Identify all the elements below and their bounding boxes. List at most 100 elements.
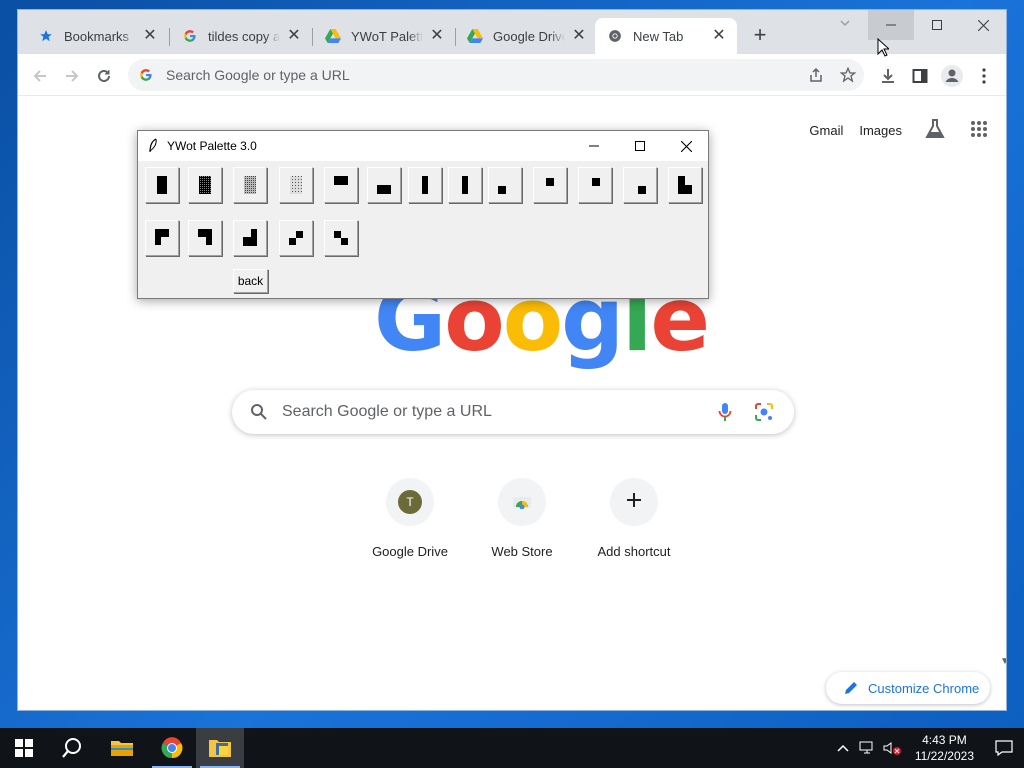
browser-toolbar: Search Google or type a URL <box>18 54 1006 96</box>
microphone-icon[interactable] <box>718 402 732 422</box>
glyph-button-lower-right-quad[interactable] <box>623 167 657 203</box>
forward-arrow-icon[interactable] <box>58 62 86 90</box>
shortcut-google-drive[interactable]: T Google Drive <box>354 466 466 559</box>
glyph-button-diagonal-up[interactable] <box>279 220 313 256</box>
download-icon[interactable] <box>874 62 902 90</box>
chrome-icon <box>607 28 623 44</box>
tab-close-icon[interactable]: ✕ <box>429 28 445 44</box>
shortcut-web-store[interactable]: Web Store <box>466 466 578 559</box>
back-arrow-icon[interactable] <box>26 62 54 90</box>
left-bar-glyph-icon <box>422 176 428 194</box>
glyph-button-left-bar[interactable] <box>408 167 442 203</box>
glyph-button-medium-shade[interactable] <box>233 167 267 203</box>
side-panel-icon[interactable] <box>906 62 934 90</box>
ntp-search-box[interactable]: Search Google or type a URL <box>232 390 794 434</box>
system-tray: 4:43 PM 11/22/2023 <box>837 728 1024 768</box>
google-lens-icon[interactable] <box>754 402 774 422</box>
search-button[interactable] <box>48 728 96 768</box>
tab-bookmarks[interactable]: Bookmarks ✕ <box>26 18 168 54</box>
tab-title: YWoT Palette <box>351 28 423 44</box>
web-store-icon <box>512 491 532 514</box>
diagonal-down-icon <box>334 231 348 245</box>
three-quadrant-l-icon <box>678 176 692 194</box>
google-g-icon <box>138 67 154 83</box>
glyph-button-full-block[interactable] <box>145 167 179 203</box>
three-quadrant-br-icon <box>243 229 257 246</box>
google-g-icon <box>182 28 198 44</box>
clock-time: 4:43 PM <box>922 733 967 747</box>
chrome-icon <box>161 737 183 759</box>
palette-maximize-button[interactable] <box>617 131 663 161</box>
glyph-button-light-shade[interactable] <box>279 167 313 203</box>
tab-title: Google Drive <box>493 28 565 44</box>
maximize-button[interactable] <box>914 10 960 40</box>
tab-tildes[interactable]: tildes copy and ✕ <box>170 18 312 54</box>
palette-titlebar[interactable]: YWot Palette 3.0 <box>138 131 708 161</box>
right-bar-glyph-icon <box>462 176 468 194</box>
tab-google-drive[interactable]: Google Drive ✕ <box>455 18 597 54</box>
three-quadrant-tr-icon <box>198 229 212 245</box>
tab-search-chevron-icon[interactable] <box>834 16 856 38</box>
glyph-button-upper-right-quad[interactable] <box>578 167 612 203</box>
menu-dots-icon[interactable] <box>970 62 998 90</box>
tab-close-icon[interactable]: ✕ <box>711 28 727 44</box>
new-tab-button[interactable]: + <box>748 24 772 48</box>
folder-icon <box>111 741 133 756</box>
labs-flask-icon[interactable] <box>924 118 946 143</box>
glyph-button-lower-half[interactable] <box>367 167 401 203</box>
profile-avatar-icon[interactable] <box>938 62 966 90</box>
tab-title: New Tab <box>633 28 684 44</box>
chevron-up-icon[interactable] <box>837 744 849 752</box>
chrome-taskbar-button[interactable] <box>148 728 196 768</box>
apps-grid-icon[interactable] <box>970 120 988 141</box>
system-clock[interactable]: 4:43 PM 11/22/2023 <box>915 732 974 764</box>
palette-close-button[interactable] <box>663 131 709 161</box>
upper-right-quadrant-icon <box>592 178 600 186</box>
glyph-button-right-bar[interactable] <box>448 167 482 203</box>
shortcut-add[interactable]: Add shortcut <box>578 466 690 559</box>
close-button[interactable] <box>960 10 1006 40</box>
glyph-button-three-quad-l[interactable] <box>668 167 702 203</box>
customize-chrome-button[interactable]: Customize Chrome <box>826 672 990 704</box>
letter-avatar-icon: T <box>398 490 422 514</box>
glyph-button-upper-left-quad[interactable] <box>533 167 567 203</box>
palette-minimize-button[interactable] <box>571 131 617 161</box>
images-link[interactable]: Images <box>859 123 902 138</box>
glyph-button-three-quad-tr[interactable] <box>188 220 222 256</box>
search-placeholder: Search Google or type a URL <box>282 403 492 420</box>
lower-right-quadrant-icon <box>638 186 646 194</box>
back-button[interactable]: back <box>233 269 268 293</box>
mouse-cursor-icon <box>877 37 891 63</box>
tab-close-icon[interactable]: ✕ <box>142 28 158 44</box>
minimize-button[interactable] <box>868 10 914 40</box>
python-app-taskbar-button[interactable] <box>196 728 244 768</box>
tab-ywot-palette[interactable]: YWoT Palette ✕ <box>313 18 455 54</box>
glyph-button-three-quad-tl[interactable] <box>145 220 179 256</box>
clock-date: 11/22/2023 <box>914 749 974 763</box>
omnibox-placeholder: Search Google or type a URL <box>166 67 350 83</box>
tab-new-tab[interactable]: New Tab ✕ <box>595 18 737 54</box>
reload-icon[interactable] <box>90 62 118 90</box>
notifications-icon[interactable] <box>984 740 1024 756</box>
glyph-button-three-quad-br[interactable] <box>233 220 267 256</box>
glyph-button-upper-half[interactable] <box>324 167 358 203</box>
volume-muted-icon[interactable] <box>883 741 901 755</box>
glyph-button-diagonal-down[interactable] <box>324 220 358 256</box>
tab-close-icon[interactable]: ✕ <box>286 28 302 44</box>
start-button[interactable] <box>0 728 48 768</box>
tab-close-icon[interactable]: ✕ <box>571 28 587 44</box>
palette-title: YWot Palette 3.0 <box>167 139 257 153</box>
google-drive-icon <box>467 28 483 44</box>
bookmark-star-icon[interactable] <box>832 67 864 83</box>
network-icon[interactable] <box>859 741 875 755</box>
light-shade-glyph-icon <box>290 176 302 194</box>
scroll-down-arrow-icon[interactable]: ▼ <box>1000 656 1006 667</box>
gmail-link[interactable]: Gmail <box>809 123 843 138</box>
three-quadrant-tl-icon <box>155 229 169 245</box>
omnibox[interactable]: Search Google or type a URL <box>128 59 864 91</box>
glyph-button-lower-left-quad[interactable] <box>488 167 522 203</box>
lower-half-glyph-icon <box>377 185 391 194</box>
file-explorer-button[interactable] <box>98 728 146 768</box>
share-icon[interactable] <box>800 67 832 83</box>
glyph-button-dark-shade[interactable] <box>188 167 222 203</box>
